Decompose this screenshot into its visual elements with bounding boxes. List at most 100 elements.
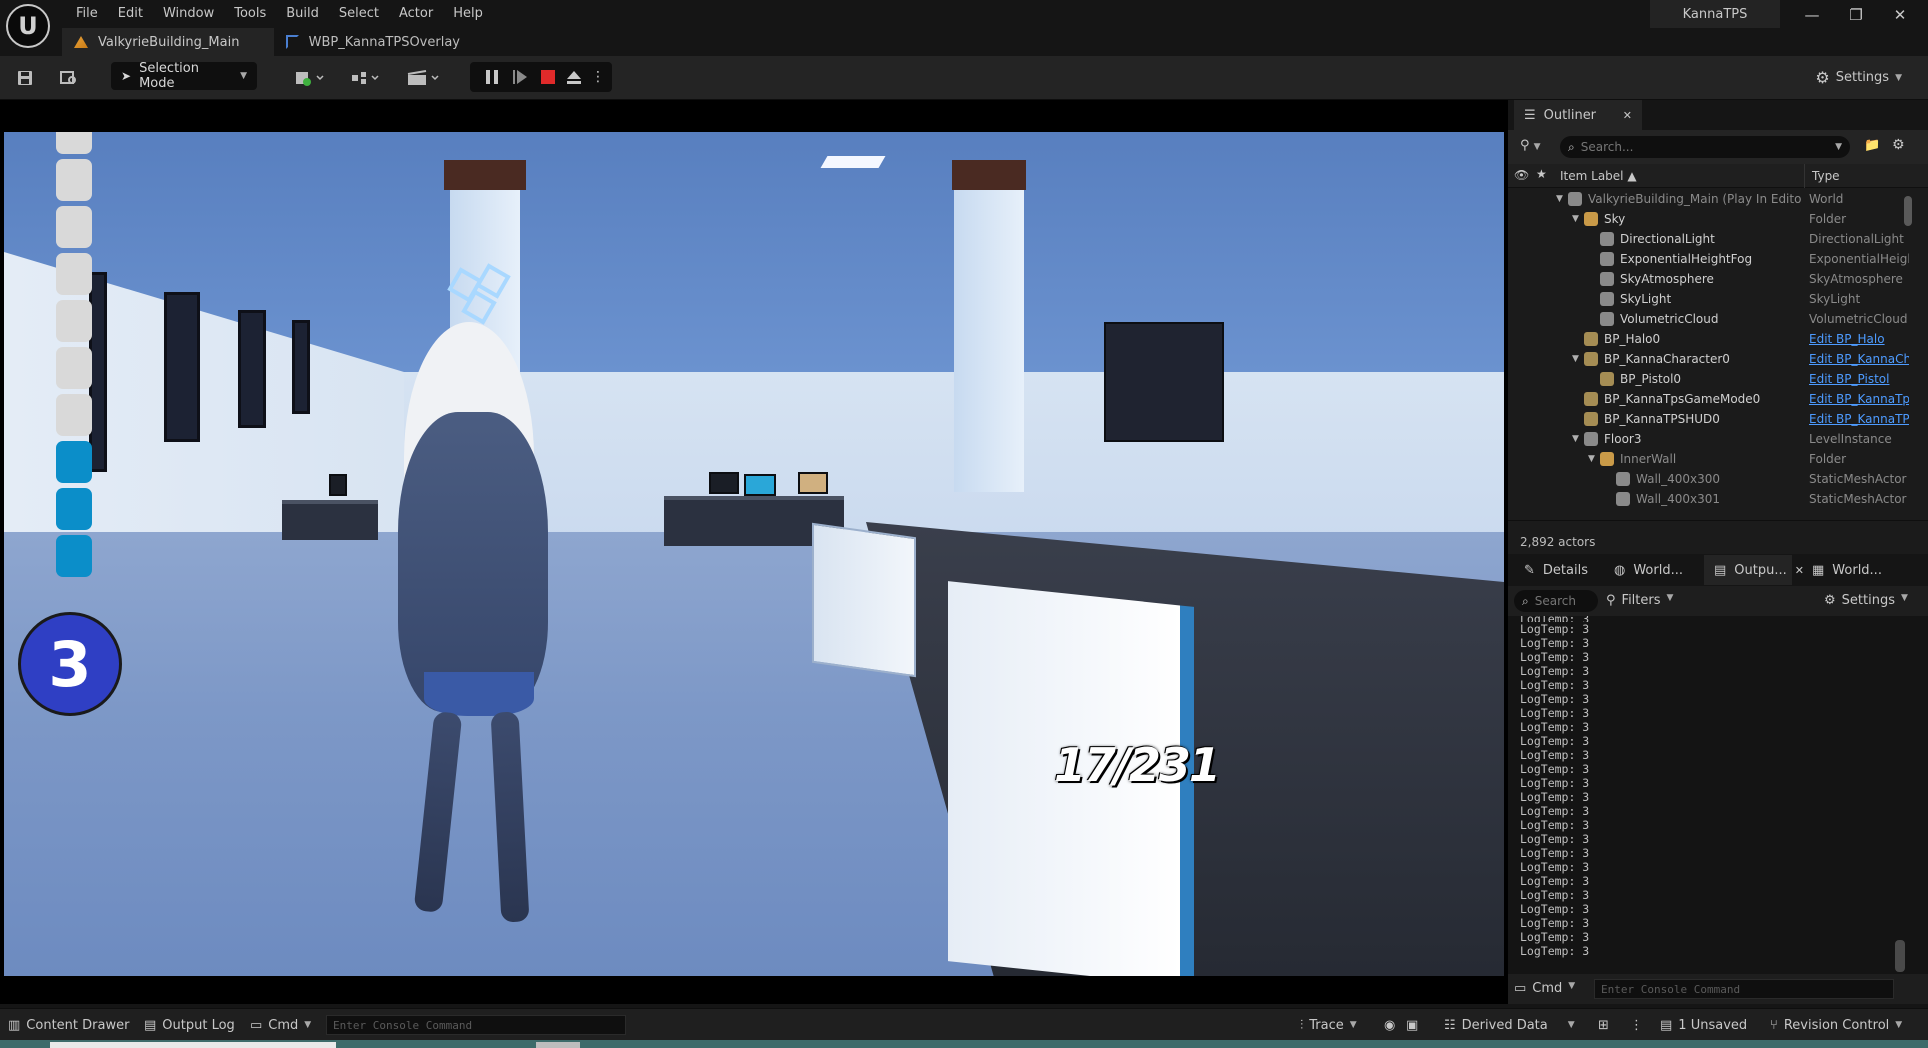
outliner-row[interactable]: SkyAtmosphere SkyAtmosphere <box>1508 269 1920 289</box>
log-settings-button[interactable]: ⚙ Settings ▼ <box>1824 593 1908 608</box>
expand-arrow-icon[interactable]: ▼ <box>1588 454 1595 464</box>
outliner-row[interactable]: Wall_400x301 StaticMeshActor <box>1508 489 1920 509</box>
camera-icon[interactable]: ▣ <box>1406 1009 1418 1041</box>
outliner-row[interactable]: ▼ ValkyrieBuilding_Main (Play In Editor) W… <box>1508 189 1920 209</box>
outliner-row[interactable]: SkyLight SkyLight <box>1508 289 1920 309</box>
unreal-logo-icon[interactable]: U <box>6 4 50 48</box>
star-icon[interactable]: ★ <box>1536 167 1547 181</box>
selection-mode-dropdown[interactable]: ➤ Selection Mode ▼ <box>111 61 257 91</box>
close-window-button[interactable]: ✕ <box>1878 2 1922 28</box>
edit-blueprint-link[interactable]: Edit BP_Halo <box>1809 332 1909 346</box>
outliner-search-input[interactable] <box>1580 140 1830 154</box>
health-segment <box>56 535 92 577</box>
desk <box>282 500 378 540</box>
output-log-button[interactable]: ▤ Output Log <box>144 1009 235 1041</box>
save-icon[interactable] <box>14 68 36 88</box>
output-log[interactable]: LogTemp: 3 LogTemp: 3 LogTemp: 3 LogTemp: … <box>1508 616 1928 974</box>
cmd-dropdown[interactable]: ▭ Cmd ▼ <box>1514 981 1575 996</box>
restore-button[interactable]: ❐ <box>1834 2 1878 28</box>
outliner-row[interactable]: ▼ BP_KannaCharacter0 Edit BP_KannaCharacte… <box>1508 349 1920 369</box>
outliner-row[interactable]: ▼ InnerWall Folder <box>1508 449 1920 469</box>
revision-control-button[interactable]: ⑂ Revision Control ▼ <box>1770 1009 1902 1041</box>
expand-arrow-icon[interactable]: ▼ <box>1572 354 1579 364</box>
menu-select[interactable]: Select <box>329 2 389 22</box>
filters-button[interactable]: ⚲ Filters ▼ <box>1606 593 1673 608</box>
menu-tools[interactable]: Tools <box>224 2 276 22</box>
log-search[interactable]: ⌕ <box>1514 590 1685 612</box>
outliner-row[interactable]: BP_KannaTpsGameMode0 Edit BP_KannaTpsGame… <box>1508 389 1920 409</box>
col-item-label[interactable]: Item Label ▲ <box>1560 169 1637 183</box>
outliner-scrollbar[interactable] <box>1904 196 1912 226</box>
actor-icon <box>1600 372 1614 386</box>
add-folder-icon[interactable]: 📁 <box>1864 138 1880 153</box>
more-options-icon[interactable]: ⋮ <box>588 67 608 87</box>
level-viewport[interactable]: 3 17/231 <box>0 100 1508 1004</box>
actor-count: 2,892 actors <box>1508 520 1928 554</box>
close-icon[interactable]: ✕ <box>1623 109 1632 122</box>
outliner-row[interactable]: VolumetricCloud VolumetricCloud <box>1508 309 1920 329</box>
menu-help[interactable]: Help <box>443 2 493 22</box>
filter-icon: ⚲ <box>1606 593 1616 608</box>
pillar <box>954 182 1024 492</box>
unsaved-button[interactable]: ▤ 1 Unsaved <box>1660 1009 1747 1041</box>
outliner-search[interactable]: ⌕ ▼ <box>1560 136 1850 158</box>
tab-details[interactable]: ✎ Details <box>1514 555 1598 585</box>
outliner-row[interactable]: Wall_400x300 StaticMeshActor <box>1508 469 1920 489</box>
outliner-row[interactable]: BP_Halo0 Edit BP_Halo <box>1508 329 1920 349</box>
cmd-dropdown[interactable]: ▭ Cmd ▼ <box>250 1009 311 1041</box>
eject-icon[interactable] <box>564 67 584 87</box>
expand-arrow-icon[interactable]: ▼ <box>1556 194 1563 204</box>
settings-button[interactable]: ⚙ Settings ▼ <box>1815 68 1902 87</box>
log-scrollbar[interactable] <box>1895 940 1905 972</box>
menu-window[interactable]: Window <box>153 2 224 22</box>
gear-icon[interactable]: ⚙ <box>1892 137 1905 153</box>
edit-blueprint-link[interactable]: Edit BP_Pistol <box>1809 372 1909 386</box>
outliner-row[interactable]: BP_Pistol0 Edit BP_Pistol <box>1508 369 1920 389</box>
tab-wbp-kanna-overlay[interactable]: WBP_KannaTPSOverlay <box>274 28 474 56</box>
game-scene[interactable]: 3 17/231 <box>4 132 1504 976</box>
menu-file[interactable]: File <box>66 2 108 22</box>
more-options-icon[interactable]: ⋮ <box>1630 1009 1643 1041</box>
outliner-row[interactable]: ▼ Sky Folder <box>1508 209 1920 229</box>
outliner-row[interactable]: BP_KannaTPSHUD0 Edit BP_KannaTPSHUD <box>1508 409 1920 429</box>
menu-actor[interactable]: Actor <box>389 2 443 22</box>
console-command-input[interactable] <box>326 1015 626 1035</box>
edit-blueprint-link[interactable]: Edit BP_KannaCharacter <box>1809 352 1909 366</box>
edit-blueprint-link[interactable]: Edit BP_KannaTpsGameMode <box>1809 392 1909 406</box>
expand-arrow-icon[interactable]: ▼ <box>1572 214 1579 224</box>
minimize-button[interactable]: — <box>1790 2 1834 28</box>
menu-build[interactable]: Build <box>276 2 329 22</box>
trace-button[interactable]: ⫶ Trace ▼ <box>1300 1009 1357 1041</box>
outliner-row[interactable]: ExponentialHeightFog ExponentialHeightFog <box>1508 249 1920 269</box>
chevron-down-icon: ▼ <box>1349 1020 1357 1030</box>
browse-icon[interactable] <box>58 68 80 88</box>
tab-world-settings[interactable]: ◍ World... <box>1604 555 1693 585</box>
console-command-input[interactable] <box>1594 979 1894 999</box>
add-actor-icon[interactable] <box>292 68 328 88</box>
step-frame-icon[interactable] <box>510 67 530 87</box>
derived-data-button[interactable]: ☷ Derived Data ▼ <box>1444 1009 1575 1041</box>
blueprint-menu-icon[interactable] <box>348 68 384 88</box>
source-control-icon[interactable]: ⊞ <box>1598 1009 1609 1041</box>
cinematics-icon[interactable] <box>404 68 444 88</box>
filter-icon[interactable]: ⚲ ▼ <box>1520 138 1541 153</box>
pause-icon[interactable] <box>482 67 502 87</box>
tab-world-partition[interactable]: ▦ World... <box>1802 555 1892 585</box>
record-icon[interactable]: ◉ <box>1384 1009 1395 1041</box>
content-drawer-button[interactable]: ▥ Content Drawer <box>8 1009 129 1041</box>
health-segment <box>56 206 92 248</box>
chevron-down-icon: ▼ <box>240 71 247 81</box>
eye-icon[interactable]: 👁 <box>1514 168 1529 182</box>
outliner-row[interactable]: ▼ Floor3 LevelInstance <box>1508 429 1920 449</box>
chevron-down-icon[interactable]: ▼ <box>1835 142 1842 152</box>
stop-icon[interactable] <box>538 67 558 87</box>
tab-valkyrie-building-main[interactable]: ValkyrieBuilding_Main <box>62 28 274 56</box>
col-type[interactable]: Type <box>1812 169 1840 183</box>
outliner-row[interactable]: DirectionalLight DirectionalLight <box>1508 229 1920 249</box>
trace-icon: ⫶ <box>1300 1017 1304 1033</box>
edit-blueprint-link[interactable]: Edit BP_KannaTPSHUD <box>1809 412 1909 426</box>
tab-output-log[interactable]: ▤ Outpu... ✕ <box>1704 555 1804 585</box>
menu-edit[interactable]: Edit <box>108 2 153 22</box>
tab-outliner[interactable]: ☰ Outliner ✕ <box>1514 100 1642 130</box>
expand-arrow-icon[interactable]: ▼ <box>1572 434 1579 444</box>
